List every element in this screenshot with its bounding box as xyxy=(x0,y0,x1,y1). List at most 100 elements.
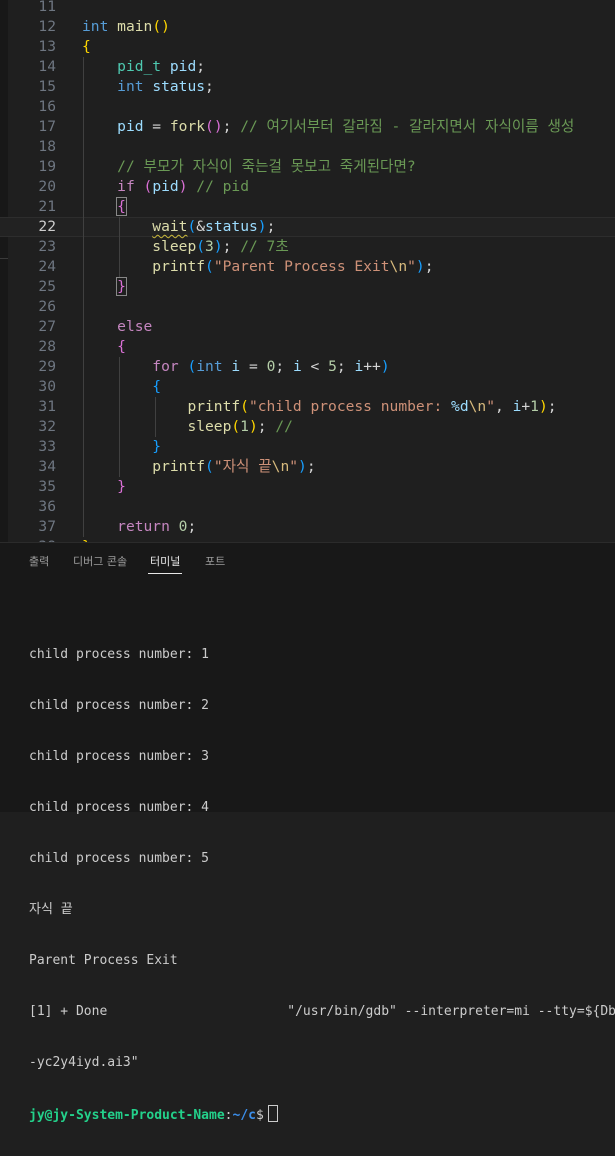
code-line[interactable]: 14 pid_t pid; xyxy=(0,57,615,77)
code-token: ) xyxy=(213,238,223,255)
code-line[interactable]: 20 if (pid) // pid xyxy=(0,177,615,197)
code-editor[interactable]: 11 12 int main() 13{14 pid_t pid; 15 int sta… xyxy=(0,0,615,542)
code-line[interactable]: 29 for (int i = 0; i < 5; i++) xyxy=(0,357,615,377)
code-token: "자식 끝 xyxy=(213,458,272,475)
code-token: ) xyxy=(415,258,425,275)
code-line[interactable]: 11 xyxy=(0,0,615,17)
code-line[interactable]: 17 pid = fork(); // 여기서부터 갈라짐 - 갈라지면서 자식… xyxy=(0,117,615,137)
code-line[interactable]: 31 printf("child process number: %d\n", … xyxy=(0,397,615,417)
code-line[interactable]: 16 xyxy=(0,97,615,117)
code-line[interactable]: 32 sleep(1); // xyxy=(0,417,615,437)
line-number: 35 xyxy=(38,478,56,495)
code-token: fork xyxy=(169,118,206,135)
indent-guide xyxy=(83,57,84,537)
code-token: ( xyxy=(143,178,153,195)
code-token: if xyxy=(117,178,135,195)
code-token: status xyxy=(152,78,206,95)
code-token: pid xyxy=(169,58,197,75)
code-line[interactable]: 27 else xyxy=(0,317,615,337)
code-line[interactable]: 30 { xyxy=(0,377,615,397)
code-line[interactable]: 15 int status; xyxy=(0,77,615,97)
code-token: { xyxy=(152,378,162,395)
code-line[interactable]: 25 } xyxy=(0,277,615,297)
code-token: ; xyxy=(266,218,276,235)
code-token: "child process number: xyxy=(248,398,452,415)
code-token: int xyxy=(196,358,223,375)
code-line[interactable]: 28 { xyxy=(0,337,615,357)
code-line[interactable]: 24 printf("Parent Process Exit\n"); xyxy=(0,257,615,277)
code-text: wait(&status); xyxy=(82,217,275,237)
code-text: pid_t pid; xyxy=(82,57,205,77)
terminal-line: child process number: 5 xyxy=(29,851,210,866)
code-line[interactable]: 33 } xyxy=(0,437,615,457)
code-token: \n xyxy=(389,258,408,275)
code-line[interactable]: 26 xyxy=(0,297,615,317)
active-tab-indicator xyxy=(148,573,182,574)
code-line[interactable]: 22 wait(&status); xyxy=(0,217,615,237)
tab-terminal[interactable]: 터미널 xyxy=(150,553,180,569)
code-line[interactable]: 34 printf("자식 끝\n"); xyxy=(0,457,615,477)
code-token: " xyxy=(486,398,495,415)
terminal-output[interactable]: child process number: 1 child process nu… xyxy=(29,612,615,1156)
indent-guide xyxy=(119,357,120,477)
code-text: return 0; xyxy=(82,517,196,537)
code-token: ; xyxy=(222,238,241,255)
code-token: } xyxy=(116,277,127,296)
code-line[interactable]: 12 int main() xyxy=(0,17,615,37)
code-line[interactable]: 19 // 부모가 자식이 죽는걸 못보고 죽게된다면? xyxy=(0,157,615,177)
code-token: 1 xyxy=(240,418,249,435)
code-token: () xyxy=(152,18,170,35)
terminal-line: Parent Process Exit xyxy=(29,953,178,968)
line-number: 14 xyxy=(38,58,56,75)
code-token: " xyxy=(289,458,299,475)
code-text: int main() xyxy=(82,17,170,37)
line-number: 34 xyxy=(38,458,56,475)
code-token: pid xyxy=(117,118,144,135)
code-token: ; xyxy=(275,358,293,375)
code-token: \n xyxy=(468,398,487,415)
code-token: = xyxy=(143,118,170,135)
tab-debug-console[interactable]: 디버그 콘솔 xyxy=(73,553,127,569)
code-token: ; xyxy=(222,118,241,135)
code-token: // 여기서부터 갈라짐 - 갈라지면서 자식이름 생성 xyxy=(240,118,575,135)
line-number: 24 xyxy=(38,258,56,275)
code-line[interactable]: 18 xyxy=(0,137,615,157)
code-token: printf xyxy=(152,458,206,475)
tab-ports[interactable]: 포트 xyxy=(205,553,225,569)
code-line[interactable]: 13 { xyxy=(0,37,615,57)
line-number: 27 xyxy=(38,318,56,335)
bottom-panel: 출력 디버그 콘솔 터미널 포트 child process number: 1… xyxy=(0,542,615,1122)
line-number: 11 xyxy=(38,0,56,15)
code-text: { xyxy=(82,337,126,357)
terminal-prompt[interactable]: jy@jy-System-Product-Name:~/c$ xyxy=(29,1105,615,1122)
code-token: \n xyxy=(271,458,290,475)
code-text: } xyxy=(82,277,127,297)
terminal-line: child process number: 1 xyxy=(29,647,210,662)
code-text: { xyxy=(82,377,161,397)
code-token: ( xyxy=(187,218,197,235)
line-number: 16 xyxy=(38,98,56,115)
code-line[interactable]: 37 return 0; xyxy=(0,517,615,537)
code-line[interactable]: 21 { xyxy=(0,197,615,217)
code-token: // 부모가 자식이 죽는걸 못보고 죽게된다면? xyxy=(117,158,416,175)
panel-tabs: 출력 디버그 콘솔 터미널 포트 xyxy=(0,543,615,577)
line-number: 37 xyxy=(38,518,56,535)
code-line[interactable]: 36 xyxy=(0,497,615,517)
code-token: // xyxy=(275,418,293,435)
code-token: ; xyxy=(257,418,276,435)
code-text: printf("child process number: %d\n", i+1… xyxy=(82,397,556,417)
tab-output[interactable]: 출력 xyxy=(29,553,49,569)
code-line[interactable]: 35 } xyxy=(0,477,615,497)
code-line[interactable]: 23 sleep(3); // 7초 xyxy=(0,237,615,257)
code-text: pid = fork(); // 여기서부터 갈라짐 - 갈라지면서 자식이름 … xyxy=(82,117,574,137)
code-token: ) xyxy=(298,458,307,475)
